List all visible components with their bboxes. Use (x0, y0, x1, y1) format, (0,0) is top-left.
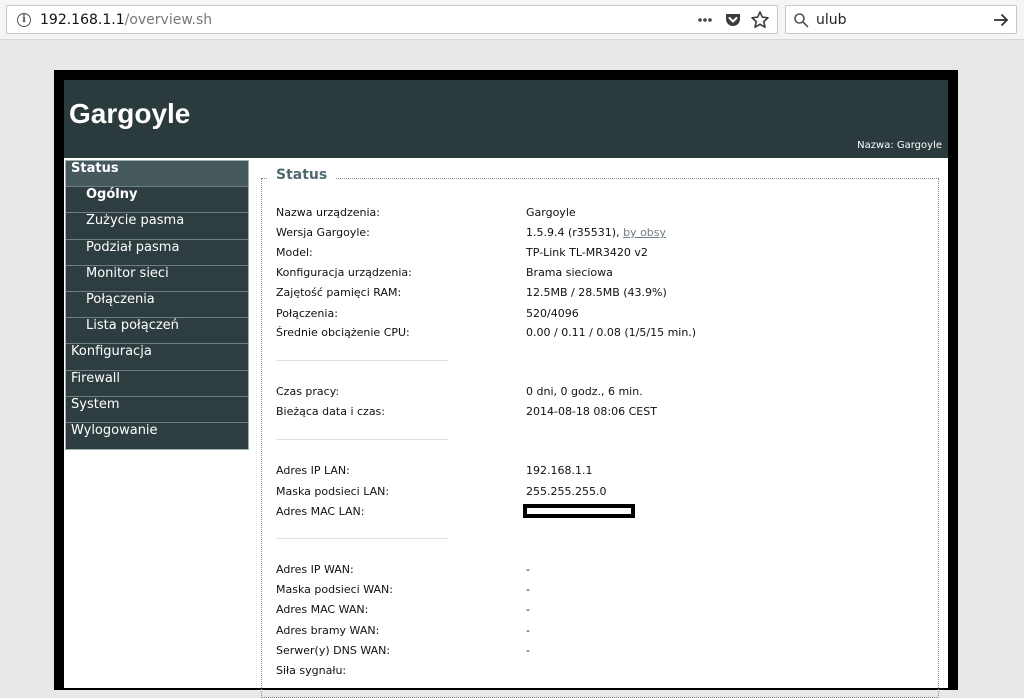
row-device-name: Nazwa urządzenia: Gargoyle (276, 206, 916, 224)
wan-mask-label: Maska podsieci WAN: (276, 583, 393, 596)
lan-mask-value: 255.255.255.0 (526, 485, 607, 498)
lan-ip-value: 192.168.1.1 (526, 464, 593, 477)
row-model: Model: TP-Link TL-MR3420 v2 (276, 246, 916, 264)
wan-ip-label: Adres IP WAN: (276, 563, 354, 576)
search-icon (794, 13, 809, 28)
sidebar-item-firewall[interactable]: Firewall (66, 371, 248, 397)
row-date: Bieżąca data i czas: 2014-08-18 08:06 CE… (276, 405, 916, 423)
row-cpu: Średnie obciążenie CPU: 0.00 / 0.11 / 0.… (276, 326, 916, 344)
version-value: 1.5.9.4 (r35531), (526, 226, 620, 239)
url-text[interactable]: 192.168.1.1/overview.sh (40, 12, 212, 28)
lan-mac-value (523, 504, 635, 518)
go-arrow-icon[interactable] (992, 11, 1010, 29)
sidebar-item-system[interactable]: System (66, 397, 248, 423)
router-page: Gargoyle Nazwa: Gargoyle Status Ogólny Z… (54, 70, 958, 698)
redaction-box (523, 504, 635, 518)
model-label: Model: (276, 246, 313, 259)
search-input[interactable]: ulub (816, 12, 847, 28)
wan-mac-value: - (526, 603, 530, 616)
status-panel: Status Nazwa urządzenia: Gargoyle Wersja… (261, 167, 939, 698)
sidebar-item-bandwidth-usage[interactable]: Zużycie pasma (66, 213, 248, 240)
url-path: /overview.sh (124, 12, 213, 28)
row-ram: Zajętość pamięci RAM: 12.5MB / 28.5MB (4… (276, 286, 916, 304)
date-value: 2014-08-18 08:06 CEST (526, 405, 657, 418)
uptime-value: 0 dni, 0 godz., 6 min. (526, 385, 643, 398)
sidebar-item-general[interactable]: Ogólny (66, 187, 248, 214)
date-label: Bieżąca data i czas: (276, 405, 385, 418)
ram-value: 12.5MB / 28.5MB (43.9%) (526, 286, 667, 299)
row-signal: Siła sygnału: (276, 664, 916, 682)
connections-value: 520/4096 (526, 307, 579, 320)
lan-ip-label: Adres IP LAN: (276, 464, 350, 477)
wan-gateway-value: - (526, 624, 530, 637)
dns-label: Serwer(y) DNS WAN: (276, 644, 391, 657)
ram-label: Zajętość pamięci RAM: (276, 286, 402, 299)
sidebar-item-network-monitor[interactable]: Monitor sieci (66, 266, 248, 292)
device-name-label: Nazwa urządzenia: (276, 206, 380, 219)
model-value: TP-Link TL-MR3420 v2 (526, 246, 648, 259)
dns-value: - (526, 644, 530, 657)
cpu-value: 0.00 / 0.11 / 0.08 (1/5/15 min.) (526, 326, 697, 339)
brand-title: Gargoyle (69, 98, 191, 129)
row-wan-gateway: Adres bramy WAN: - (276, 624, 916, 642)
lan-mask-label: Maska podsieci LAN: (276, 485, 390, 498)
section-divider (276, 360, 448, 361)
pocket-icon[interactable] (723, 10, 743, 30)
device-name-label: Nazwa: Gargoyle (857, 140, 942, 151)
main-content: Status Nazwa urządzenia: Gargoyle Wersja… (251, 158, 948, 698)
browser-toolbar: i 192.168.1.1/overview.sh ulub (0, 0, 1024, 40)
author-link[interactable]: by obsy (623, 226, 666, 239)
sidebar-item-bandwidth-distribution[interactable]: Podział pasma (66, 240, 248, 266)
info-icon[interactable]: i (17, 13, 31, 27)
row-wan-mac: Adres MAC WAN: - (276, 603, 916, 621)
row-config: Konfiguracja urządzenia: Brama sieciowa (276, 266, 916, 284)
row-lan-mask: Maska podsieci LAN: 255.255.255.0 (276, 485, 916, 503)
wan-mac-label: Adres MAC WAN: (276, 603, 369, 616)
search-bar[interactable]: ulub (785, 5, 1017, 34)
config-value: Brama sieciowa (526, 266, 613, 279)
row-uptime: Czas pracy: 0 dni, 0 godz., 6 min. (276, 385, 916, 403)
sidebar-item-connection-list[interactable]: Lista połączeń (66, 318, 248, 345)
device-name-value: Gargoyle (526, 206, 576, 219)
section-divider (276, 439, 448, 440)
wan-ip-value: - (526, 563, 530, 576)
version-value-wrap: 1.5.9.4 (r35531), by obsy (526, 226, 666, 239)
address-bar[interactable]: i 192.168.1.1/overview.sh (6, 5, 778, 34)
row-wan-mask: Maska podsieci WAN: - (276, 583, 916, 601)
sidebar-item-status[interactable]: Status (66, 161, 248, 188)
lan-mac-label: Adres MAC LAN: (276, 505, 365, 518)
status-legend: Status (268, 167, 336, 183)
connections-label: Połączenia: (276, 307, 338, 320)
more-actions-icon[interactable] (695, 10, 715, 30)
config-label: Konfiguracja urządzenia: (276, 266, 412, 279)
row-dns: Serwer(y) DNS WAN: - (276, 644, 916, 662)
cpu-label: Średnie obciążenie CPU: (276, 326, 410, 339)
row-wan-ip: Adres IP WAN: - (276, 563, 916, 581)
signal-label: Siła sygnału: (276, 664, 347, 677)
wan-gateway-label: Adres bramy WAN: (276, 624, 380, 637)
version-label: Wersja Gargoyle: (276, 226, 370, 239)
sidebar-menu: Status Ogólny Zużycie pasma Podział pasm… (65, 160, 249, 451)
wan-mask-value: - (526, 583, 530, 596)
section-divider (276, 538, 448, 539)
url-host: 192.168.1.1 (40, 12, 125, 28)
uptime-label: Czas pracy: (276, 385, 340, 398)
page-header: Gargoyle Nazwa: Gargoyle (64, 80, 948, 158)
sidebar-item-logout[interactable]: Wylogowanie (66, 423, 248, 449)
bookmark-star-icon[interactable] (750, 10, 770, 30)
row-lan-mac: Adres MAC LAN: (276, 504, 916, 523)
row-connections: Połączenia: 520/4096 (276, 307, 916, 325)
sidebar-item-configuration[interactable]: Konfiguracja (66, 344, 248, 371)
row-version: Wersja Gargoyle: 1.5.9.4 (r35531), by ob… (276, 226, 916, 244)
sidebar-item-connections[interactable]: Połączenia (66, 292, 248, 319)
row-lan-ip: Adres IP LAN: 192.168.1.1 (276, 464, 916, 482)
sidebar-area: Status Ogólny Zużycie pasma Podział pasm… (64, 158, 251, 688)
